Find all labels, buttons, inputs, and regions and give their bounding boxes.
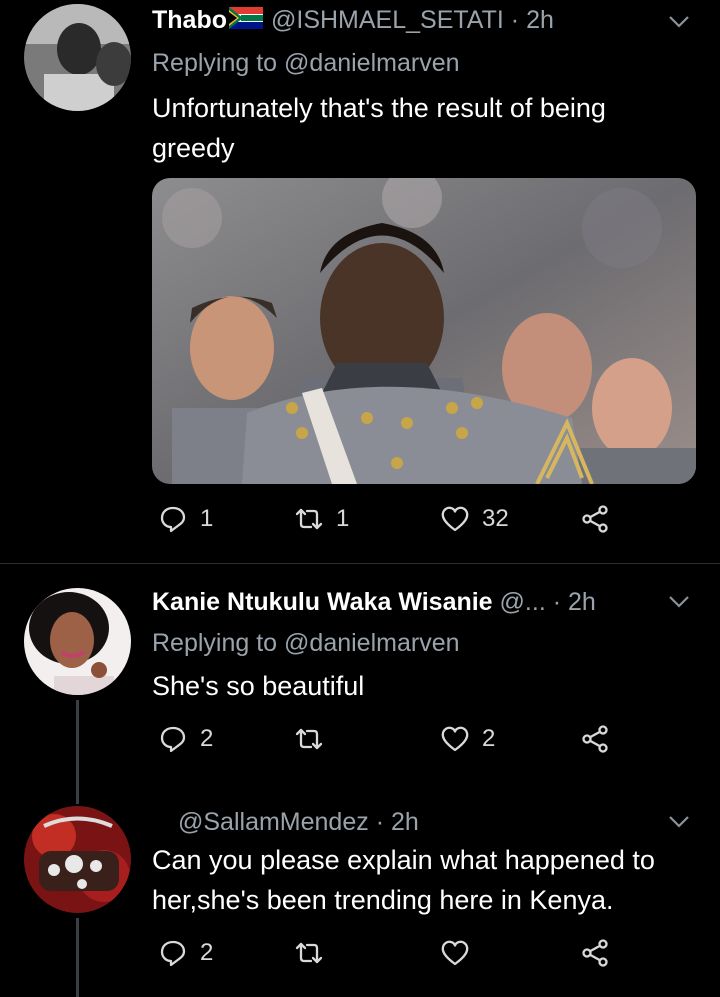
- reply-button[interactable]: 2: [158, 724, 213, 754]
- avatar-sallam[interactable]: [24, 806, 131, 913]
- reply-count: 1: [200, 505, 214, 532]
- chevron-down-icon[interactable]: [666, 588, 692, 614]
- tweet-header: Kanie Ntukulu Waka Wisanie @... · 2h: [152, 588, 680, 617]
- tweet-header: @SallamMendez · 2h: [178, 808, 680, 837]
- reply-button[interactable]: 1: [158, 504, 213, 534]
- tweet-time: · 2h: [510, 6, 554, 34]
- tweet-header: Thabo @ISHMAEL_SETATI · 2h: [152, 6, 680, 36]
- tweet-actions: 2 2: [152, 724, 622, 764]
- retweet-button[interactable]: 1: [294, 504, 349, 534]
- tweet-thabo[interactable]: Thabo @ISHMAEL_SETATI · 2h Replying to @…: [0, 0, 720, 562]
- retweet-icon: [295, 508, 323, 530]
- share-button[interactable]: [580, 938, 610, 968]
- replying-to-label: Replying to: [152, 49, 278, 77]
- reply-button[interactable]: 2: [158, 938, 213, 968]
- tweet-photo[interactable]: [152, 178, 696, 484]
- heart-icon: [441, 506, 469, 532]
- reply-count: 2: [200, 939, 214, 966]
- share-icon: [582, 939, 608, 967]
- retweet-button[interactable]: [294, 938, 336, 968]
- like-button[interactable]: 2: [440, 724, 495, 754]
- share-icon: [582, 505, 608, 533]
- tweet-time: · 2h: [552, 588, 596, 616]
- like-button[interactable]: [440, 938, 482, 968]
- tweet-time: · 2h: [375, 808, 419, 836]
- replying-to-label: Replying to: [152, 629, 278, 657]
- tweet-kanie[interactable]: Kanie Ntukulu Waka Wisanie @... · 2h Rep…: [0, 564, 720, 784]
- author-handle[interactable]: @ISHMAEL_SETATI: [271, 6, 504, 34]
- reply-icon: [160, 506, 186, 533]
- like-count: 32: [482, 505, 509, 532]
- thread-connector: [76, 700, 79, 784]
- share-icon: [582, 725, 608, 753]
- heart-icon: [441, 726, 469, 752]
- retweet-icon: [295, 728, 323, 750]
- author-handle[interactable]: @SallamMendez: [178, 808, 369, 836]
- share-button[interactable]: [580, 504, 610, 534]
- reply-count: 2: [200, 725, 214, 752]
- author-name[interactable]: Kanie Ntukulu Waka Wisanie: [152, 588, 493, 616]
- replying-to: Replying to @danielmarven: [152, 49, 460, 78]
- share-button[interactable]: [580, 724, 610, 754]
- reply-icon: [160, 940, 186, 967]
- reply-mention[interactable]: @danielmarven: [284, 629, 459, 657]
- south-africa-flag-icon: [229, 6, 263, 36]
- tweet-text: She's so beautiful: [152, 671, 365, 701]
- retweet-count: 1: [336, 505, 350, 532]
- retweet-button[interactable]: [294, 724, 336, 754]
- tweet-text: Can you please explain what happened to …: [152, 845, 655, 915]
- avatar-kanie[interactable]: [24, 588, 131, 695]
- author-name[interactable]: Thabo: [152, 6, 227, 34]
- tweet-text: Unfortunately that's the result of being…: [152, 93, 606, 163]
- tweet-actions: 1 1 32: [152, 504, 622, 544]
- replying-to: Replying to @danielmarven: [152, 629, 460, 658]
- heart-icon: [441, 940, 469, 966]
- retweet-icon: [295, 942, 323, 964]
- like-count: 2: [482, 725, 496, 752]
- author-handle[interactable]: @...: [500, 588, 546, 616]
- tweet-sallam[interactable]: @SallamMendez · 2h Can you please explai…: [0, 784, 720, 997]
- thread-connector: [76, 918, 79, 997]
- tweet-actions: 2: [152, 938, 622, 978]
- like-button[interactable]: 32: [440, 504, 509, 534]
- avatar-thabo[interactable]: [24, 4, 131, 111]
- thread-connector: [76, 784, 79, 804]
- reply-icon: [160, 726, 186, 753]
- chevron-down-icon[interactable]: [666, 8, 692, 34]
- reply-mention[interactable]: @danielmarven: [284, 49, 459, 77]
- chevron-down-icon[interactable]: [666, 808, 692, 834]
